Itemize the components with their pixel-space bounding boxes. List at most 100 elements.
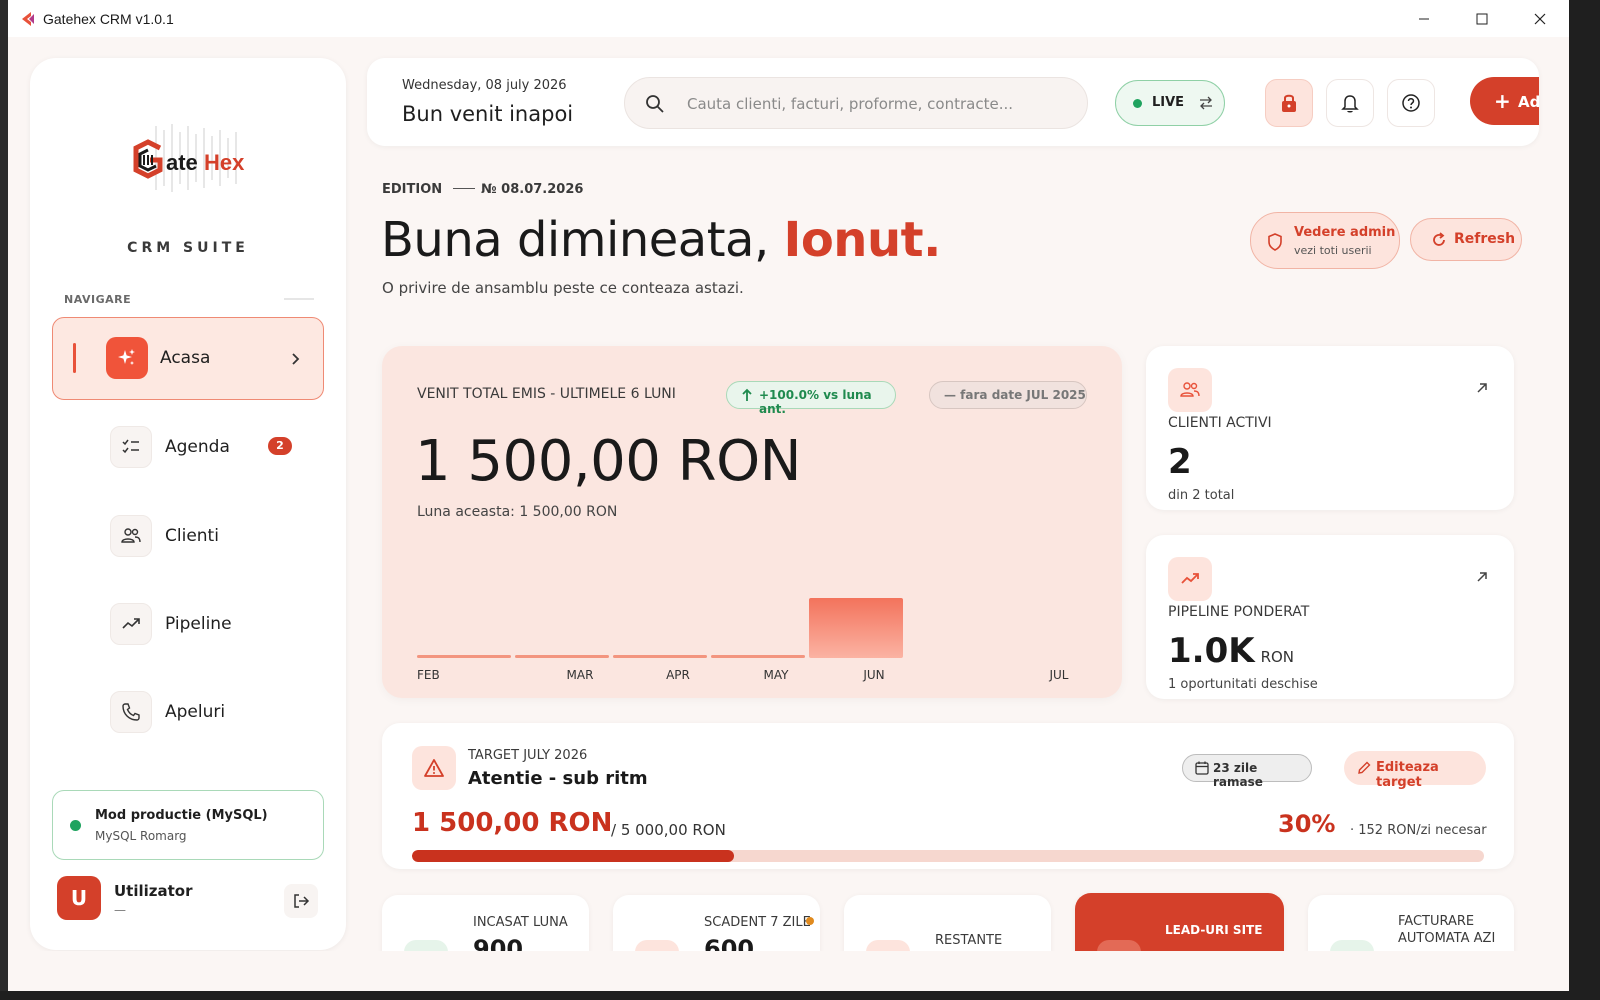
mini-card-incasat[interactable]: INCASAT LUNA 900	[382, 895, 589, 955]
active-indicator	[73, 343, 76, 373]
greeting-name: Ionut.	[783, 212, 941, 268]
target-total-value: / 5 000,00 RON	[611, 821, 726, 839]
target-card: TARGET JULY 2026 Atentie - sub ritm 23 z…	[382, 723, 1514, 869]
app-window: Gatehex CRM v1.0.1 ate Hex CRM SUITE NAV…	[8, 0, 1569, 991]
refresh-icon	[1433, 232, 1445, 246]
revenue-bar-chart: FEB MAR APR MAY JUN JUL	[417, 598, 1069, 682]
minimize-button[interactable]	[1395, 0, 1453, 37]
maximize-button[interactable]	[1453, 0, 1511, 37]
logout-button[interactable]	[284, 884, 318, 918]
live-toggle[interactable]: LIVE	[1115, 80, 1225, 126]
add-button-label: Ad	[1518, 93, 1539, 111]
db-status-subtitle: MySQL Romarg	[95, 829, 187, 843]
chart-bar-mar	[515, 655, 609, 658]
chart-tick-label: APR	[666, 668, 690, 682]
brand-logo: ate Hex	[126, 122, 262, 194]
desktop-edge	[0, 991, 1600, 1000]
phone-icon	[110, 691, 152, 733]
welcome-text: Bun venit inapoi	[402, 102, 574, 126]
kpi-card-pipeline[interactable]: PIPELINE PONDERAT 1.0K RON 1 oportunitati…	[1146, 535, 1514, 699]
close-icon	[1534, 13, 1546, 24]
search-icon	[646, 95, 664, 113]
edition-label: EDITION	[382, 182, 443, 197]
chart-bar-feb	[417, 655, 511, 658]
current-date: Wednesday, 08 july 2026	[402, 78, 567, 93]
refresh-button[interactable]: Refresh	[1410, 218, 1522, 261]
users-icon	[110, 515, 152, 557]
user-role: —	[114, 903, 126, 917]
nav-header: NAVIGARE	[64, 293, 132, 306]
mini-card-leaduri[interactable]: LEAD-URI SITE	[1075, 893, 1284, 953]
brand-text-b: Hex	[204, 150, 245, 175]
target-current-value: 1 500,00 RON	[412, 808, 613, 838]
revenue-value: 1 500,00 RON	[415, 429, 802, 494]
chart-tick-label: MAY	[764, 668, 790, 682]
title-bar: Gatehex CRM v1.0.1	[8, 0, 1569, 37]
refresh-label: Refresh	[1454, 231, 1516, 247]
revenue-change-badge: +100.0% vs luna ant.	[726, 381, 896, 416]
sidebar-item-acasa[interactable]: Acasa	[52, 317, 324, 400]
swap-icon	[1200, 96, 1212, 110]
sidebar-item-clienti[interactable]: Clienti	[110, 515, 324, 559]
db-status-box: Mod productie (MySQL) MySQL Romarg	[52, 790, 324, 860]
desktop-edge	[1569, 0, 1600, 1000]
close-button[interactable]	[1511, 0, 1569, 37]
trending-up-icon	[1168, 557, 1212, 601]
sidebar-item-label: Agenda	[165, 437, 230, 457]
mini-card-restante[interactable]: RESTANTE	[844, 895, 1051, 955]
days-left-badge: 23 zile ramase	[1182, 754, 1312, 789]
target-progress-fill	[412, 850, 734, 862]
revenue-nodata-text: — fara date JUL 2025	[944, 388, 1086, 402]
live-label: LIVE	[1152, 95, 1185, 110]
brand-text-a: ate	[166, 150, 198, 175]
shield-icon	[1268, 233, 1282, 251]
mini-card-label: SCADENT 7 ZILE	[704, 915, 811, 930]
avatar[interactable]: U	[57, 876, 101, 920]
help-icon	[1402, 94, 1420, 112]
target-status: Atentie - sub ritm	[468, 768, 648, 789]
sidebar: ate Hex CRM SUITE NAVIGARE Acasa Agenda …	[30, 58, 346, 950]
user-name: Utilizator	[114, 882, 193, 900]
admin-view-subtitle: vezi toti userii	[1294, 244, 1372, 257]
logout-icon	[294, 894, 310, 908]
db-status-title: Mod productie (MySQL)	[95, 808, 268, 823]
lock-button[interactable]	[1265, 79, 1313, 127]
target-daily-need: · 152 RON/zi necesar	[1350, 823, 1487, 838]
admin-view-button[interactable]: Vedere admin vezi toti userii	[1250, 212, 1400, 269]
edit-target-label: Editeaza target	[1376, 760, 1439, 790]
add-button[interactable]: + Ad	[1470, 77, 1539, 125]
mini-card-scadent[interactable]: SCADENT 7 ZILE 600	[613, 895, 820, 955]
greeting-prefix: Buna dimineata,	[381, 212, 769, 268]
external-link-icon[interactable]	[1476, 571, 1488, 583]
chart-bar-may	[711, 655, 805, 658]
app-logo-icon	[19, 10, 37, 28]
mini-card-label: RESTANTE	[935, 933, 1003, 948]
bottom-strip	[8, 951, 1569, 991]
arrow-up-icon	[742, 388, 752, 401]
chart-bar-apr	[613, 655, 707, 658]
sidebar-item-apeluri[interactable]: Apeluri	[110, 691, 324, 735]
chart-bar-jun	[809, 598, 903, 658]
lock-icon	[1282, 94, 1296, 112]
mini-card-facturare[interactable]: FACTURARE AUTOMATA AZI	[1308, 895, 1514, 955]
external-link-icon[interactable]	[1476, 382, 1488, 394]
chevron-right-icon	[292, 353, 300, 365]
kpi-card-clienti[interactable]: CLIENTI ACTIVI 2 din 2 total	[1146, 346, 1514, 510]
sidebar-item-pipeline[interactable]: Pipeline	[110, 603, 324, 647]
sidebar-item-agenda[interactable]: Agenda 2	[110, 426, 324, 470]
plus-icon: +	[1494, 89, 1511, 113]
kpi-subtitle: din 2 total	[1168, 488, 1235, 503]
maximize-icon	[1476, 13, 1488, 24]
notifications-button[interactable]	[1326, 79, 1374, 127]
revenue-change-text: +100.0% vs luna ant.	[759, 388, 872, 416]
live-dot	[1133, 99, 1142, 108]
days-left-text: 23 zile ramase	[1213, 761, 1263, 789]
edit-target-button[interactable]: Editeaza target	[1344, 751, 1486, 790]
search-input[interactable]	[687, 92, 1067, 116]
kpi-value: 1.0K RON	[1168, 631, 1295, 671]
target-label: TARGET JULY 2026	[468, 748, 588, 763]
revenue-subtitle: Luna aceasta: 1 500,00 RON	[417, 504, 618, 520]
chart-tick-label: FEB	[417, 668, 440, 682]
revenue-nodata-badge: — fara date JUL 2025	[929, 381, 1087, 409]
help-button[interactable]	[1387, 79, 1435, 127]
